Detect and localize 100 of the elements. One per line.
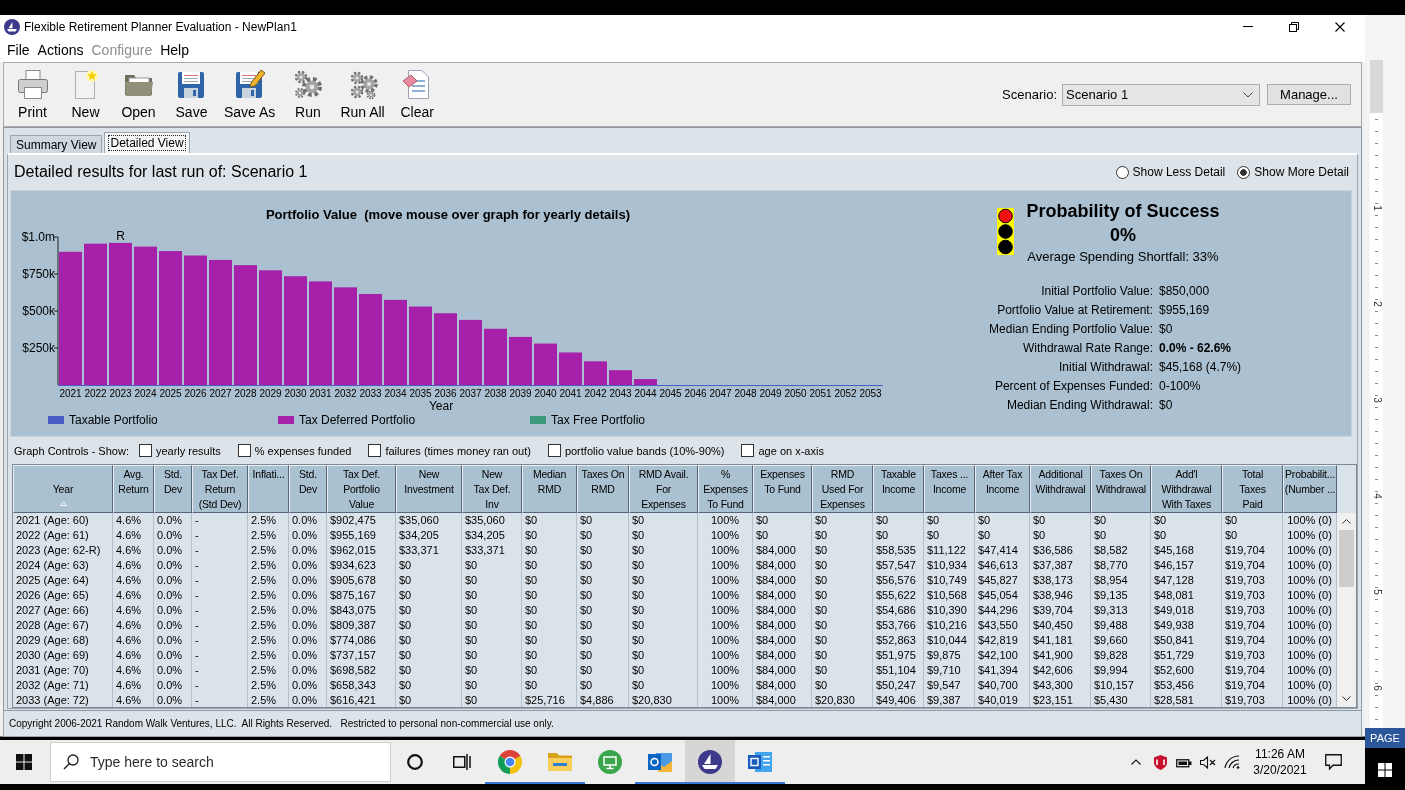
scroll-up-icon[interactable] (1342, 519, 1351, 524)
graph-option-checkbox[interactable]: failures (times money ran out) (368, 444, 531, 457)
table-cell: 4.6% (113, 617, 154, 633)
column-header[interactable]: % Expenses To Fund (698, 465, 753, 513)
document-icon (748, 750, 772, 774)
menu-item[interactable]: Actions (33, 40, 88, 60)
table-cell: $19,704 (1222, 662, 1283, 678)
table-cell: $9,313 (1091, 602, 1151, 618)
table-cell: $9,387 (924, 692, 975, 707)
graph-option-checkbox[interactable]: portfolio value bands (10%-90%) (547, 444, 725, 457)
column-header[interactable]: After Tax Income (975, 465, 1030, 513)
table-cell: - (192, 692, 248, 707)
table-cell: $33,371 (462, 542, 522, 558)
open-button[interactable]: Open (112, 63, 165, 123)
close-icon (1335, 21, 1345, 32)
graph-option-checkbox[interactable]: % expenses funded (237, 444, 352, 457)
table-cell: 2.5% (248, 602, 289, 618)
table-cell: 2.5% (248, 662, 289, 678)
detail-level-radio[interactable]: Show Less Detail (1115, 165, 1226, 179)
table-cell: $0 (753, 527, 812, 543)
column-header[interactable]: Median RMD (522, 465, 577, 513)
table-cell: $0 (629, 677, 698, 693)
table-cell: 100% (698, 557, 753, 573)
column-header[interactable]: Tax Def. Portfolio Value (327, 465, 396, 513)
graph-option-checkbox[interactable]: age on x-axis (741, 444, 824, 457)
column-header[interactable]: Add'l Withdrawal With Taxes (1151, 465, 1222, 513)
column-header[interactable]: New Tax Def. Inv (462, 465, 522, 513)
table-cell: 2033 (Age: 72) (13, 692, 113, 707)
column-header[interactable]: Taxes On Withdrawal (1091, 465, 1151, 513)
table-cell: $52,863 (873, 632, 924, 648)
table-cell: $0 (396, 677, 462, 693)
column-header[interactable]: Inflati... (248, 465, 289, 513)
table-cell: 4.6% (113, 557, 154, 573)
table-cell: $19,704 (1222, 557, 1283, 573)
scenario-dropdown[interactable]: Scenario 1 (1062, 83, 1260, 106)
table-cell: $0 (522, 662, 577, 678)
table-cell: $53,456 (1151, 677, 1222, 693)
column-header[interactable]: Taxable Income (873, 465, 924, 513)
tab[interactable]: Summary View (10, 135, 103, 153)
clear-button[interactable]: Clear (390, 63, 444, 123)
scroll-down-icon[interactable] (1342, 696, 1351, 701)
axis-tick-label: 2031 (309, 388, 332, 399)
detail-level-radio[interactable]: Show More Detail (1237, 165, 1349, 179)
column-header[interactable]: Taxes ... Income (924, 465, 975, 513)
table-cell: $0 (1151, 527, 1222, 543)
table-cell: $0 (462, 572, 522, 588)
axis-tick-label: 2032 (334, 388, 357, 399)
run-all-button[interactable]: Run All (334, 63, 391, 123)
table-cell: $0 (1030, 513, 1091, 528)
column-header[interactable]: RMD Avail. For Expenses (629, 465, 698, 513)
axis-tick-label: 2048 (734, 388, 757, 399)
table-cell: $47,128 (1151, 572, 1222, 588)
stat-value: $955,169 (1159, 302, 1210, 319)
copyright-text: Copyright 2006-2021 Random Walk Ventures, LLC. All Rights Reserved. Restricted to personal non-commercial use only. (9, 718, 554, 729)
menu-item[interactable]: File (3, 40, 34, 60)
planner-app-button[interactable] (685, 740, 735, 784)
table-cell: 100% (698, 572, 753, 588)
table-cell: - (192, 632, 248, 648)
menu-item[interactable]: Help (156, 40, 193, 60)
column-header[interactable]: Probabilit... (Number ... (1283, 465, 1337, 513)
scrollbar-thumb[interactable] (1339, 530, 1354, 587)
save-button[interactable]: Save (165, 63, 218, 123)
column-header[interactable]: Additional Withdrawal (1030, 465, 1091, 513)
column-header[interactable]: Std. Dev (154, 465, 192, 513)
table-cell: $9,994 (1091, 662, 1151, 678)
chart-bar (509, 336, 532, 385)
column-header[interactable]: New Investment (396, 465, 462, 513)
table-cell: $0 (396, 692, 462, 707)
task-view-icon (452, 754, 471, 770)
manage-button[interactable]: Manage... (1267, 84, 1351, 105)
column-header[interactable]: Std. Dev (289, 465, 327, 513)
save-as-button[interactable]: Save As (218, 63, 282, 123)
table-cell: $10,749 (924, 572, 975, 588)
column-header[interactable]: Taxes On RMD (577, 465, 629, 513)
tab[interactable]: Detailed View (104, 132, 190, 153)
search-field[interactable]: Type here to search (50, 742, 391, 782)
column-header[interactable]: Expenses To Fund (753, 465, 812, 513)
table-cell: $0 (629, 572, 698, 588)
column-header[interactable]: RMD Used For Expenses (812, 465, 873, 513)
table-cell: $0 (462, 602, 522, 618)
table-cell: 4.6% (113, 572, 154, 588)
stat-label: Percent of Expenses Funded: (994, 378, 1153, 395)
run-button[interactable]: Run (281, 63, 335, 123)
stat-label: Median Ending Portfolio Value: (989, 321, 1153, 338)
print-button[interactable]: Print (6, 63, 59, 123)
graph-option-checkbox[interactable]: yearly results (138, 444, 221, 457)
column-header[interactable]: Avg. Return (113, 465, 154, 513)
table-cell: 2.5% (248, 677, 289, 693)
table-cell: 100% (698, 692, 753, 707)
table-cell: 2031 (Age: 70) (13, 662, 113, 678)
table-cell: 0.0% (289, 513, 327, 528)
table-cell: $0 (629, 557, 698, 573)
table-cell: $40,450 (1030, 617, 1091, 633)
table-cell: $46,613 (975, 557, 1030, 573)
windows-logo-icon (16, 754, 32, 770)
table-cell: 2032 (Age: 71) (13, 677, 113, 693)
column-header[interactable]: Total Taxes Paid (1222, 465, 1283, 513)
column-header[interactable]: Tax Def. Return (Std Dev) (192, 465, 248, 513)
new-button[interactable]: New (59, 63, 112, 123)
column-header[interactable]: Year (13, 465, 113, 513)
